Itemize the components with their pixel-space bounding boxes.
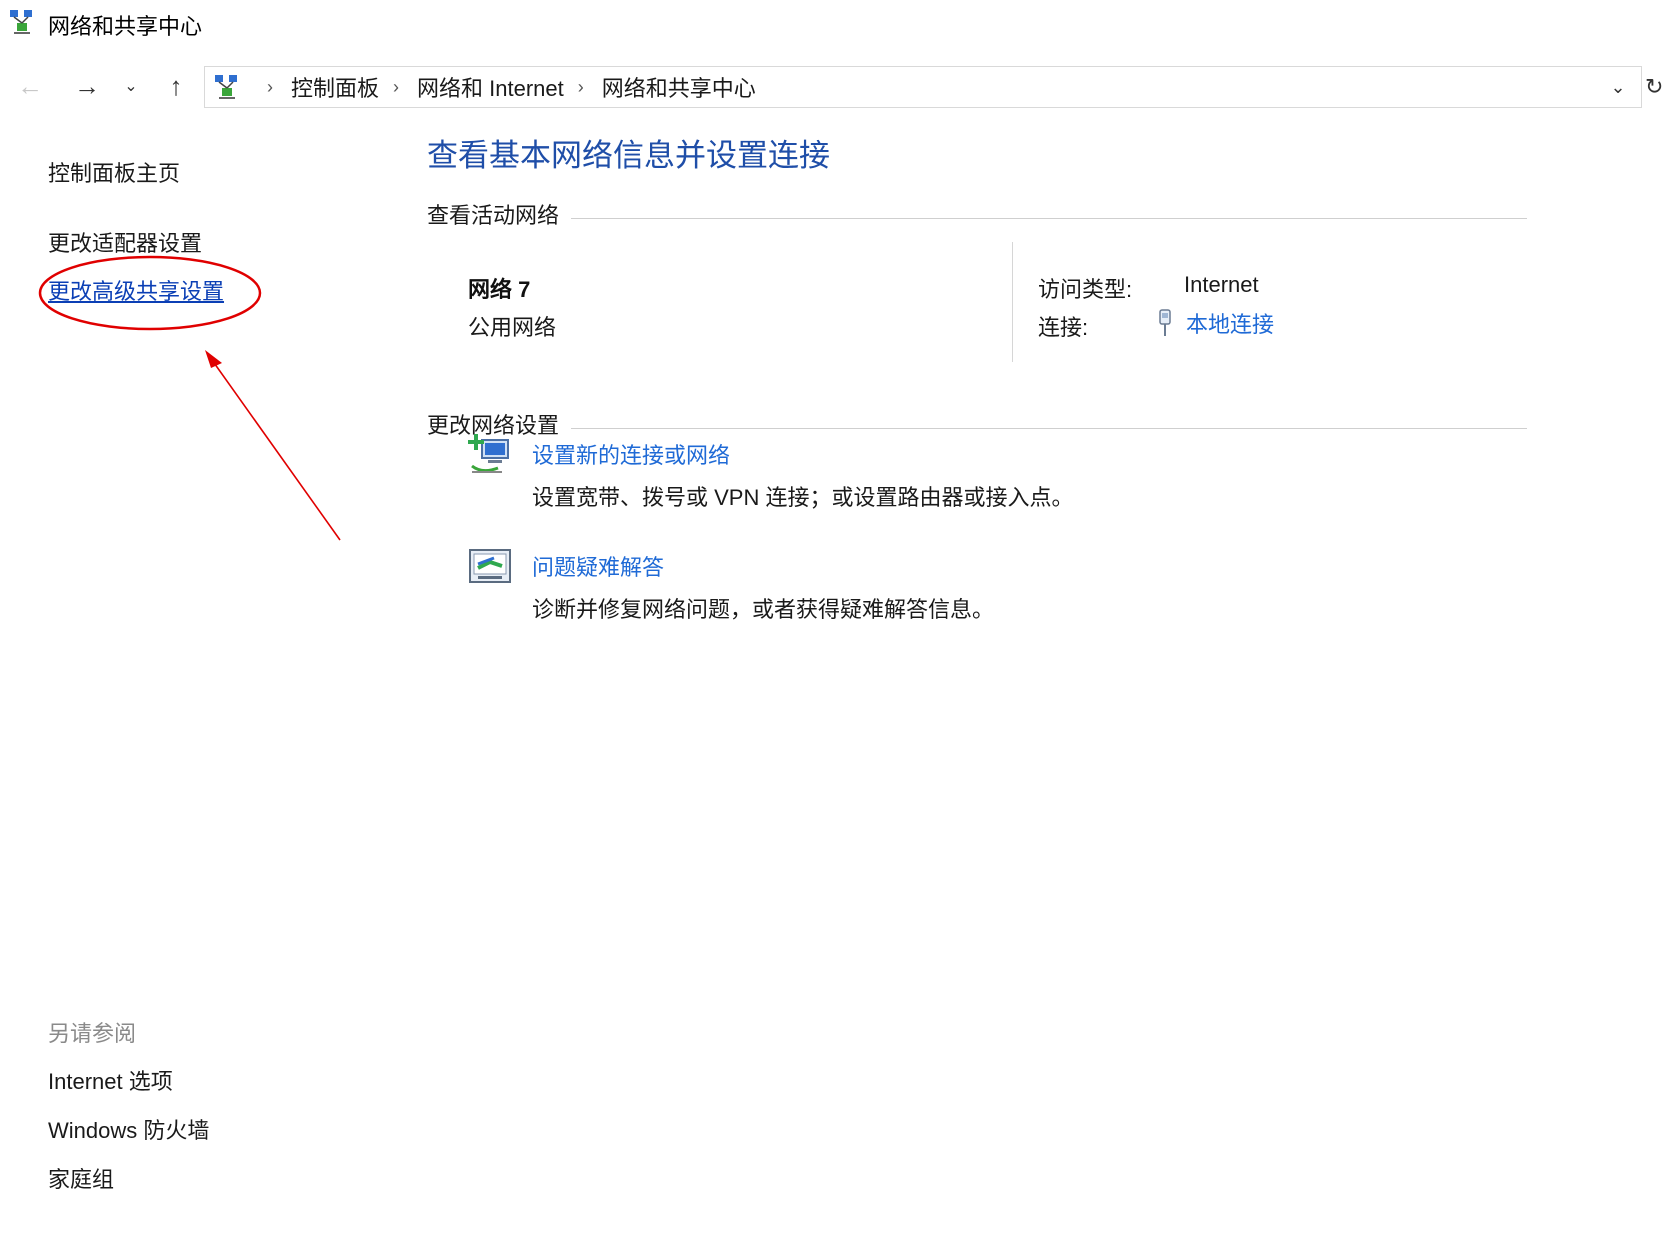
breadcrumb: › 控制面板 › 网络和 Internet › 网络和共享中心 <box>253 67 756 107</box>
change-advanced-sharing-link[interactable]: 更改高级共享设置 <box>48 274 224 306</box>
breadcrumb-separator[interactable]: › <box>393 77 399 98</box>
task-description: 诊断并修复网络问题，或者获得疑难解答信息。 <box>532 597 995 622</box>
access-type-value: Internet <box>1184 272 1259 297</box>
up-button[interactable]: ↑ <box>158 62 194 110</box>
troubleshoot-link[interactable]: 问题疑难解答 <box>532 550 664 582</box>
divider <box>571 427 1527 429</box>
connections-label: 连接: <box>1038 315 1089 340</box>
troubleshoot-icon <box>469 549 511 583</box>
address-bar[interactable]: › 控制面板 › 网络和 Internet › 网络和共享中心 ⌄ <box>204 66 1642 108</box>
breadcrumb-separator[interactable]: › <box>578 77 584 98</box>
breadcrumb-control-panel[interactable]: 控制面板 <box>291 71 379 103</box>
local-connection-link[interactable]: 本地连接 <box>1154 306 1274 340</box>
network-name: 网络 7 <box>468 277 531 302</box>
ethernet-cable-icon <box>1159 309 1171 336</box>
network-category: 公用网络 <box>468 315 557 340</box>
task-description: 设置宽带、拨号或 VPN 连接；或设置路由器或接入点。 <box>532 485 1074 510</box>
windows-firewall-link[interactable]: Windows 防火墙 <box>48 1113 209 1145</box>
navigation-bar: ← → ⌄ ↑ › 控制面板 › 网络和 Internet › 网络和共享中心 … <box>0 62 1663 110</box>
control-panel-home-link[interactable]: 控制面板主页 <box>48 156 180 188</box>
divider <box>1012 242 1013 362</box>
address-history-dropdown[interactable]: ⌄ <box>1603 67 1633 107</box>
internet-options-link[interactable]: Internet 选项 <box>48 1064 173 1096</box>
breadcrumb-separator[interactable]: › <box>267 77 273 98</box>
main-content: 查看基本网络信息并设置连接 查看活动网络 网络 7 公用网络 访问类型: Int… <box>420 110 1663 1241</box>
breadcrumb-network-internet[interactable]: 网络和 Internet <box>417 71 564 103</box>
connection-name[interactable]: 本地连接 <box>1186 307 1274 339</box>
see-also-heading: 另请参阅 <box>48 1021 137 1046</box>
change-adapter-settings-link[interactable]: 更改适配器设置 <box>48 226 202 258</box>
new-connection-icon <box>468 434 509 473</box>
refresh-button[interactable]: ↻ <box>1645 66 1663 108</box>
window-title: 网络和共享中心 <box>48 14 203 39</box>
setup-new-connection-link[interactable]: 设置新的连接或网络 <box>532 438 730 470</box>
task-troubleshoot: 问题疑难解答 诊断并修复网络问题，或者获得疑难解答信息。 <box>468 544 1368 634</box>
active-networks-header: 查看活动网络 <box>427 198 1527 230</box>
homegroup-link[interactable]: 家庭组 <box>48 1162 114 1194</box>
page-title: 查看基本网络信息并设置连接 <box>427 138 830 173</box>
task-new-connection: 设置新的连接或网络 设置宽带、拨号或 VPN 连接；或设置路由器或接入点。 <box>468 432 1368 522</box>
access-type-label: 访问类型: <box>1038 277 1133 302</box>
left-task-pane: 控制面板主页 更改适配器设置 更改高级共享设置 另请参阅 Internet 选项… <box>0 110 420 1241</box>
title-bar: 网络和共享中心 <box>0 0 1663 48</box>
section-label: 查看活动网络 <box>427 203 560 228</box>
breadcrumb-network-sharing-center[interactable]: 网络和共享中心 <box>602 71 756 103</box>
divider <box>571 217 1527 219</box>
recent-locations-button[interactable]: ⌄ <box>118 62 144 110</box>
network-center-icon <box>215 75 237 99</box>
forward-button[interactable]: → <box>68 62 106 110</box>
network-center-icon <box>10 10 32 34</box>
back-button[interactable]: ← <box>12 62 48 110</box>
